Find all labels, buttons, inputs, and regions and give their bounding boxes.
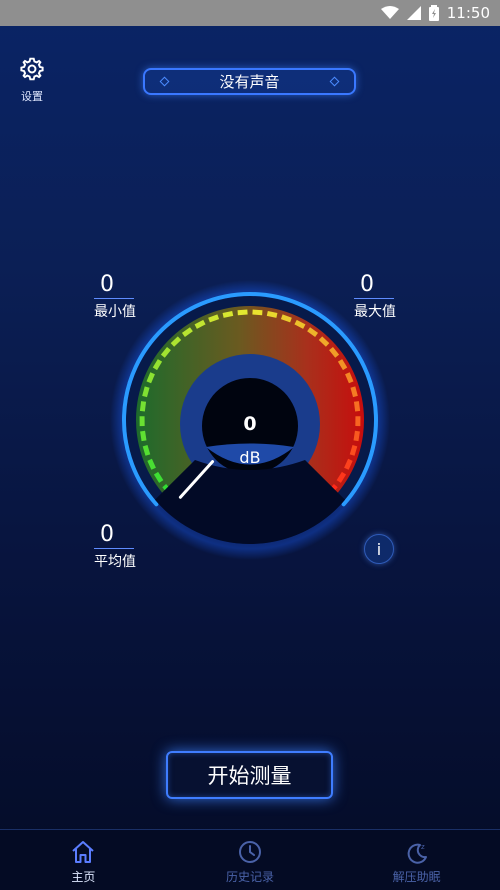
svg-text:z: z bbox=[421, 843, 425, 851]
tab-history-label: 历史记录 bbox=[226, 868, 274, 885]
tab-home-label: 主页 bbox=[71, 868, 95, 885]
info-icon: i bbox=[377, 540, 381, 559]
stat-max: 0 最大值 bbox=[354, 272, 396, 321]
gauge-tick bbox=[145, 446, 148, 455]
clock-icon bbox=[237, 840, 263, 864]
stat-max-value: 0 bbox=[354, 272, 394, 299]
bottom-tab-bar: 主页 历史记录 z 解压助眠 bbox=[0, 829, 500, 890]
stat-avg-label: 平均值 bbox=[94, 551, 136, 571]
start-measure-label: 开始测量 bbox=[208, 760, 292, 790]
gauge-tick bbox=[238, 312, 248, 313]
tab-relax[interactable]: z 解压助眠 bbox=[333, 830, 500, 890]
stat-min-label: 最小值 bbox=[94, 301, 136, 321]
stat-avg: 0 平均值 bbox=[94, 522, 136, 571]
gauge-tick bbox=[356, 401, 357, 411]
tab-relax-label: 解压助眠 bbox=[393, 868, 441, 885]
stat-min-value: 0 bbox=[94, 272, 134, 299]
tab-home[interactable]: 主页 bbox=[0, 830, 167, 890]
start-measure-button[interactable]: 开始测量 bbox=[166, 751, 333, 799]
gauge-tick bbox=[253, 312, 263, 313]
info-button[interactable]: i bbox=[364, 534, 394, 564]
gauge-tick bbox=[267, 313, 277, 315]
gauge-tick bbox=[209, 317, 218, 320]
gauge-unit: dB bbox=[239, 448, 260, 467]
gauge-tick bbox=[149, 373, 153, 382]
home-icon bbox=[70, 840, 96, 864]
tab-history[interactable]: 历史记录 bbox=[167, 830, 334, 890]
gauge-tick bbox=[352, 446, 355, 455]
stat-max-label: 最大值 bbox=[354, 301, 396, 321]
gauge-tick bbox=[353, 387, 356, 396]
gauge-tick bbox=[223, 313, 233, 315]
gauge-tick bbox=[282, 317, 291, 320]
gauge-value: 0 bbox=[243, 413, 256, 435]
moon-icon: z bbox=[404, 840, 430, 864]
gauge-tick bbox=[143, 431, 144, 441]
gauge-tick bbox=[145, 387, 148, 396]
stat-min: 0 最小值 bbox=[94, 272, 136, 321]
gauge-tick bbox=[347, 373, 351, 382]
gauge-tick bbox=[356, 431, 357, 441]
gauge-tick bbox=[142, 401, 143, 411]
stat-avg-value: 0 bbox=[94, 522, 134, 549]
